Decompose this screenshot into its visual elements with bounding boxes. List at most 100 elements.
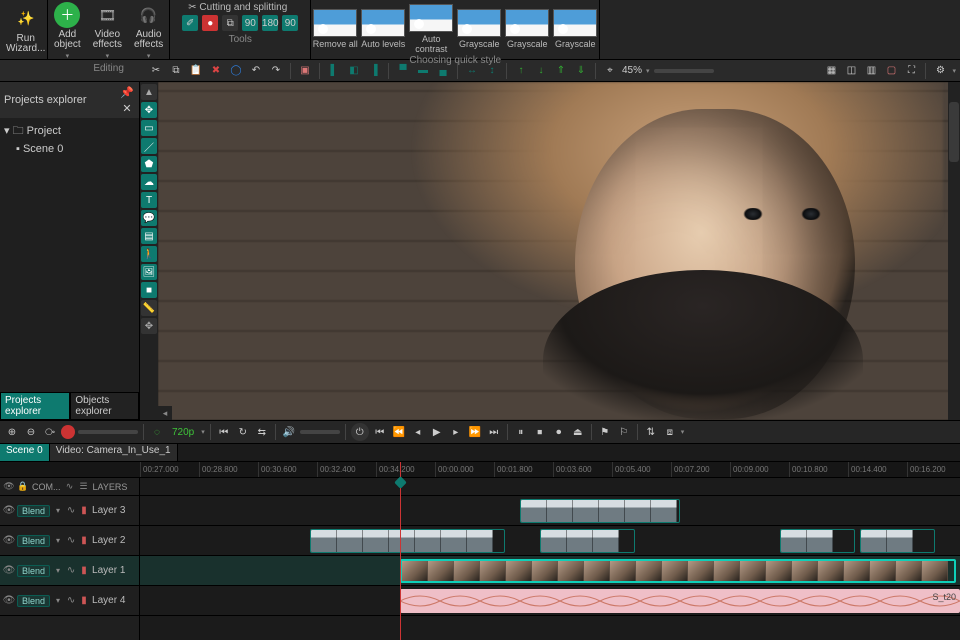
pb-prev-frame-icon[interactable]: ⏮	[216, 424, 232, 440]
pb-rw-icon[interactable]: ⏪	[391, 424, 407, 440]
style-thumb-2[interactable]	[409, 4, 453, 32]
resolution-label[interactable]: 720p	[168, 427, 198, 438]
tool-board-icon[interactable]: ▤	[141, 228, 157, 244]
zoom-fit-icon[interactable]: ⌖	[602, 63, 618, 79]
eye-icon[interactable]: 👁	[4, 482, 14, 492]
crop-icon[interactable]: ⛶	[903, 63, 919, 79]
zoom-slider[interactable]	[654, 69, 714, 73]
cut-icon[interactable]: ✂	[148, 63, 164, 79]
ring-icon[interactable]: ◯	[228, 63, 244, 79]
pb-power-icon[interactable]: ⏻	[351, 423, 369, 441]
pb-play-icon[interactable]: ▶	[429, 424, 445, 440]
tool-text-icon[interactable]: T	[141, 192, 157, 208]
chevron-down-icon[interactable]: ▾	[53, 596, 63, 606]
pb-rec2-icon[interactable]: ⏺	[551, 424, 567, 440]
style-thumb-1[interactable]	[361, 9, 405, 37]
tool-blob-icon[interactable]: ☁	[141, 174, 157, 190]
align-r-icon[interactable]: ▐	[366, 63, 382, 79]
tab-projects-explorer[interactable]: Projects explorer	[0, 392, 70, 420]
add-object-button[interactable]: ＋ Add object▾	[48, 0, 87, 62]
pb-fit-icon[interactable]: ⧂	[42, 424, 58, 440]
mute-icon[interactable]: ▮	[79, 536, 89, 546]
preview-canvas[interactable]: ◂	[158, 82, 960, 420]
pb-link-icon[interactable]: ⇅	[643, 424, 659, 440]
clip-layer1[interactable]	[400, 559, 956, 583]
settings-icon[interactable]: ⚙	[932, 63, 948, 79]
grid-b-icon[interactable]: ◫	[843, 63, 859, 79]
audio-clip-layer4[interactable]	[400, 589, 960, 613]
align-l-icon[interactable]: ▌	[326, 63, 342, 79]
pb-stepfwd-icon[interactable]: ▸	[448, 424, 464, 440]
style-thumb-4[interactable]	[505, 9, 549, 37]
record-icon[interactable]	[61, 425, 75, 439]
pb-ff-icon[interactable]: ⏩	[467, 424, 483, 440]
layer-down-icon[interactable]: ↓	[533, 63, 549, 79]
pb-minus-icon[interactable]: ⊖	[23, 424, 39, 440]
track-header-layer-1[interactable]: 👁Blend▾∿▮Layer 1	[0, 556, 139, 586]
tool-guy-icon[interactable]: 🚶	[141, 246, 157, 262]
clip-layer2-d[interactable]	[860, 529, 935, 553]
select-icon[interactable]: ▣	[297, 63, 313, 79]
tool-image-icon[interactable]: 🖼	[141, 264, 157, 280]
volume-slider[interactable]	[300, 430, 340, 434]
wave-icon[interactable]: ∿	[66, 566, 76, 576]
style-thumb-5[interactable]	[553, 9, 597, 37]
pb-last-icon[interactable]: ⏭	[486, 424, 502, 440]
tab-objects-explorer[interactable]: Objects explorer	[70, 392, 139, 420]
tool-square-icon[interactable]: ■	[141, 282, 157, 298]
track-header-layer-4[interactable]: 👁Blend▾∿▮Layer 4	[0, 586, 139, 616]
timeline-ruler[interactable]: 00:27.00000:28.80000:30.60000:32.40000:3…	[0, 462, 960, 478]
timeline-tab-scene[interactable]: Scene 0	[0, 444, 50, 461]
tool-90b-icon[interactable]: 90	[282, 15, 298, 31]
tool-brush-icon[interactable]: ✐	[182, 15, 198, 31]
copy-icon[interactable]: ⧉	[168, 63, 184, 79]
tool-ruler-icon[interactable]: 📏	[141, 300, 157, 316]
scroll-left-icon[interactable]: ◂	[158, 406, 172, 420]
layer-front-icon[interactable]: ⇑	[553, 63, 569, 79]
clip-layer3[interactable]	[520, 499, 680, 523]
tool-90a-icon[interactable]: 90	[242, 15, 258, 31]
style-thumb-0[interactable]	[313, 9, 357, 37]
tool-grip-icon[interactable]: ✥	[141, 318, 157, 334]
chevron-down-icon[interactable]: ▾	[53, 536, 63, 546]
wave-icon[interactable]: ∿	[66, 596, 76, 606]
clip-layer2-a[interactable]	[310, 529, 505, 553]
wave-icon[interactable]: ∿	[65, 482, 75, 492]
zoom-value[interactable]: 45%	[622, 65, 642, 76]
pb-shuffle-icon[interactable]: ⇆	[254, 424, 270, 440]
eye-icon[interactable]: 👁	[4, 536, 14, 546]
style-thumb-3[interactable]	[457, 9, 501, 37]
close-icon[interactable]: ✕	[119, 100, 135, 116]
chevron-down-icon[interactable]: ▾	[53, 566, 63, 576]
pb-marker-a-icon[interactable]: ⚑	[597, 424, 613, 440]
blend-mode[interactable]: Blend	[17, 535, 50, 547]
quality-icon[interactable]: ◌	[149, 424, 165, 440]
timeline-tracks[interactable]: S_t20	[140, 478, 960, 640]
dist-v-icon[interactable]: ↕	[484, 63, 500, 79]
run-wizard-button[interactable]: ✨ Run Wizard...	[0, 4, 51, 56]
align-t-icon[interactable]: ▀	[395, 63, 411, 79]
tool-marker-icon[interactable]: ●	[202, 15, 218, 31]
mute-icon[interactable]: ▮	[79, 506, 89, 516]
pin-icon[interactable]: 📌	[119, 84, 135, 100]
tool-shape-icon[interactable]: ⬟	[141, 156, 157, 172]
tool-move-icon[interactable]: ✥	[141, 102, 157, 118]
grid-c-icon[interactable]: ▥	[863, 63, 879, 79]
tool-line-icon[interactable]: ／	[141, 138, 157, 154]
pb-pause-icon[interactable]: ⏸	[513, 424, 529, 440]
paste-icon[interactable]: 📋	[188, 63, 204, 79]
tool-chat-icon[interactable]: 💬	[141, 210, 157, 226]
pb-plus-icon[interactable]: ⊕	[4, 424, 20, 440]
mute-icon[interactable]: ▮	[79, 596, 89, 606]
mute-icon[interactable]: ▮	[79, 566, 89, 576]
grid-a-icon[interactable]: ▦	[823, 63, 839, 79]
pb-stop-icon[interactable]: ⏹	[532, 424, 548, 440]
align-b-icon[interactable]: ▄	[435, 63, 451, 79]
tool-180-icon[interactable]: 180	[262, 15, 278, 31]
redo-icon[interactable]: ↷	[268, 63, 284, 79]
blend-mode[interactable]: Blend	[17, 565, 50, 577]
tool-crop-icon[interactable]: ⧉	[222, 15, 238, 31]
pb-eject-icon[interactable]: ⏏	[570, 424, 586, 440]
audio-effects-button[interactable]: 🎧 Audio effects▾	[128, 0, 169, 62]
pb-volume-icon[interactable]: 🔊	[281, 424, 297, 440]
